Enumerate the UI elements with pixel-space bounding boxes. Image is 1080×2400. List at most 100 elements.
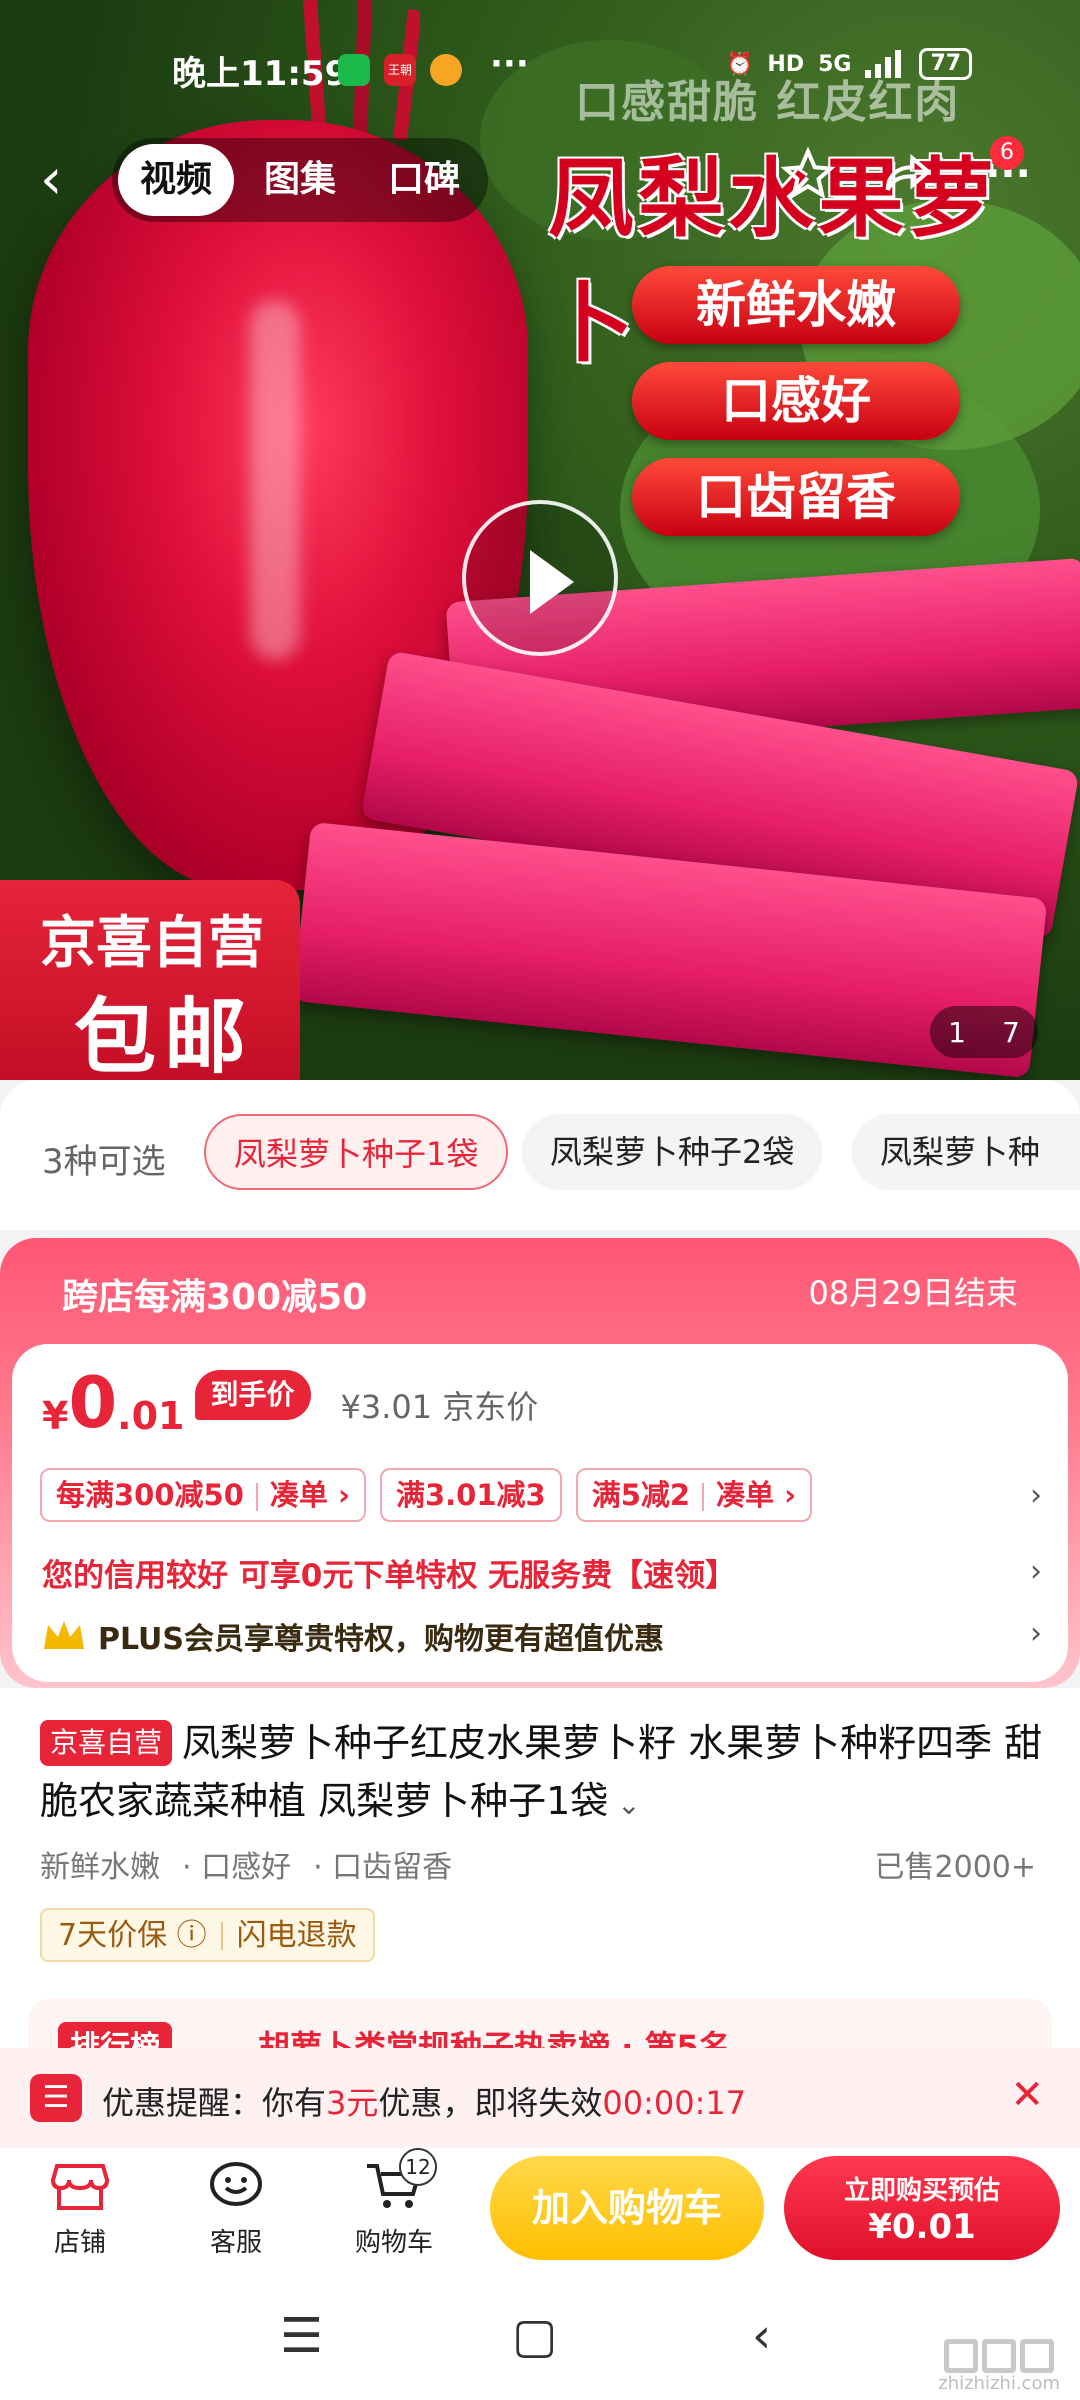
banner-pill: 口齿留香 [632,458,960,536]
banner-pill: 新鲜水嫩 [632,266,960,344]
customer-service-button[interactable]: 客服 [176,2156,296,2259]
reminder-countdown: 00:00:17 [602,2084,747,2122]
sku-selector: 3种可选 凤梨萝卜种子1袋 凤梨萝卜种子2袋 凤梨萝卜种 [0,1080,1080,1230]
feature-list: 新鲜水嫩 · 口感好 · 口齿留香 [40,1842,452,1886]
store-label: 店铺 [53,2228,106,2258]
service-guarantees[interactable]: 7天价保 ⓘ 闪电退款 [40,1908,375,1962]
network-label: 5G [818,51,852,77]
coupon-list[interactable]: 每满300减50 凑单 › 满3.01减3 满5减2 凑单 › [40,1468,813,1522]
coupon-reminder-bar[interactable]: ☰ 优惠提醒：你有3元优惠，即将失效00:00:17 ✕ [0,2048,1080,2148]
more-menu-icon[interactable]: ··· 6 [976,136,1040,206]
store-icon [45,2156,115,2216]
favorite-star-icon[interactable] [776,142,840,206]
radish-highlight [250,300,300,660]
store-tag: 京喜自营 [40,1720,173,1766]
buy-now-button[interactable]: 立即购买预估 ¥0.01 [784,2156,1060,2260]
cart-icon: 12 [359,2148,437,2216]
wechat-icon [338,54,370,86]
feature-item: · 口感好 [182,1850,292,1885]
menu-icon[interactable]: ☰ [280,2308,323,2364]
service-label: 客服 [209,2228,262,2258]
sku-count-label: 3种可选 [42,1142,166,1182]
coupon-text: 每满300减50 [56,1478,244,1512]
final-price-tag: 到手价 [194,1370,311,1420]
buy-now-label: 立即购买预估 [843,2176,1000,2206]
tab-gallery[interactable]: 图集 [242,144,358,216]
close-icon[interactable]: ✕ [1010,2072,1044,2118]
image-index: 1 [948,1015,966,1049]
signal-icon [865,50,902,78]
nav-actions: ··· 6 [776,136,1040,206]
coupon-chip[interactable]: 满5减2 凑单 › [575,1468,813,1522]
chevron-down-icon[interactable]: ⌄ [608,1788,640,1821]
price-card: ¥ 0 .01 到手价 ¥3.01 京东价 每满300减50 凑单 › 满3.01… [12,1344,1068,1682]
battery-icon: 77 [919,48,973,80]
crown-icon [44,1621,84,1649]
product-title-block[interactable]: 京喜自营 凤梨萝卜种子红皮水果萝卜籽 水果萝卜种籽四季 甜脆农家蔬菜种植 凤梨萝卜… [40,1714,1050,1834]
system-navigation-bar: ☰ ▢ ‹ zhizhizhi.com [0,2278,1080,2400]
store-button[interactable]: 店铺 [20,2156,140,2259]
reminder-prefix: 优惠提醒：你有 [102,2084,327,2122]
promo-badge-line2: 包邮 [74,990,255,1080]
price-protect-label: 7天价保 ⓘ [58,1918,207,1953]
coupon-action: 凑单 › [269,1478,350,1512]
sold-count: 已售2000+ [874,1850,1036,1885]
reminder-text: 优惠提醒：你有3元优惠，即将失效00:00:17 [102,2078,746,2124]
top-navigation: ‹ 视频 图集 口碑 ··· 6 [0,130,1080,240]
product-media[interactable]: 口感甜脆 红皮红肉 凤梨水果萝卜 新鲜水嫩 口感好 口齿留香 京喜自营 包邮 1… [0,0,1080,1080]
share-icon[interactable] [876,142,940,206]
product-title: 凤梨萝卜种子红皮水果萝卜籽 水果萝卜种籽四季 甜脆农家蔬菜种植 凤梨萝卜种子1袋 [40,1721,1043,1823]
promotion-panel: 跨店每满300减50 08月29日结束 ¥ 0 .01 到手价 ¥3.01 京东… [0,1238,1080,1688]
plus-member-offer[interactable]: PLUS会员享尊贵特权，购物更有超值优惠 [42,1614,664,1658]
watermark-text: zhizhizhi.com [938,2373,1060,2394]
plus-member-text: PLUS会员享尊贵特权，购物更有超值优惠 [98,1622,665,1657]
cart-label: 购物车 [354,2228,433,2258]
chevron-right-icon[interactable]: › [1030,1554,1042,1589]
reminder-middle: 优惠，即将失效 [378,2084,603,2122]
play-video-button[interactable] [462,500,618,656]
sku-option-1[interactable]: 凤梨萝卜种子1袋 [204,1114,509,1190]
watermark: zhizhizhi.com [938,2339,1060,2394]
price-decimal: .01 [117,1394,185,1438]
cart-count-badge: 12 [399,2148,437,2186]
chat-smile-icon [201,2156,271,2216]
coupon-text: 满3.01减3 [395,1478,546,1512]
image-total: 7 [1002,1015,1020,1049]
price-currency: ¥ [42,1394,69,1438]
coupon-chip[interactable]: 每满300减50 凑单 › [40,1468,366,1522]
jd-original-price: ¥3.01 京东价 [340,1388,539,1426]
back-nav-icon[interactable]: ‹ [752,2308,771,2364]
buy-now-price: ¥0.01 [868,2207,976,2247]
back-icon[interactable]: ‹ [40,150,100,210]
add-to-cart-button[interactable]: 加入购物车 [490,2156,764,2260]
status-bar: 晚上11:59 王朝 ··· ⏰ HD 5G 77 [0,0,1080,140]
chevron-right-icon[interactable]: › [1030,1478,1042,1513]
reminder-amount: 3元 [326,2084,379,2122]
weibo-icon [430,54,462,86]
watermark-logo [938,2339,1060,2373]
banner-pill: 口感好 [632,362,960,440]
product-info: 京喜自营 凤梨萝卜种子红皮水果萝卜籽 水果萝卜种籽四季 甜脆农家蔬菜种植 凤梨萝卜… [0,1688,1080,2058]
jingxi-promo-badge: 京喜自营 包邮 [0,880,300,1080]
chevron-right-icon[interactable]: › [1030,1616,1042,1651]
bottom-action-bar: 店铺 客服 12 购物车 加入购物车 立即购买预估 ¥0.01 [0,2148,1080,2278]
home-icon[interactable]: ▢ [512,2308,557,2364]
tab-video[interactable]: 视频 [118,144,235,216]
cart-button[interactable]: 12 购物车 [334,2148,454,2259]
price-row: ¥ 0 .01 到手价 ¥3.01 京东价 [42,1368,538,1438]
coupon-chip[interactable]: 满3.01减3 [379,1468,562,1522]
hd-icon: HD [767,51,805,77]
sku-option-3[interactable]: 凤梨萝卜种 [852,1114,1080,1190]
tab-reviews[interactable]: 口碑 [366,144,482,216]
media-tabs: 视频 图集 口碑 [112,138,489,222]
more-notifications-icon: ··· [490,44,529,84]
alarm-icon: ⏰ [726,51,754,77]
message-badge: 6 [990,136,1024,170]
sku-option-2[interactable]: 凤梨萝卜种子2袋 [522,1114,823,1190]
status-indicators: ⏰ HD 5G 77 [726,48,973,80]
radish-slices [292,557,1080,1080]
image-counter: 1 7 [930,1006,1038,1058]
status-time: 晚上11:59 [172,54,349,94]
credit-offer[interactable]: 您的信用较好 可享0元下单特权 无服务费【速领】 [42,1550,736,1595]
coupon-text: 满5减2 [591,1478,691,1512]
